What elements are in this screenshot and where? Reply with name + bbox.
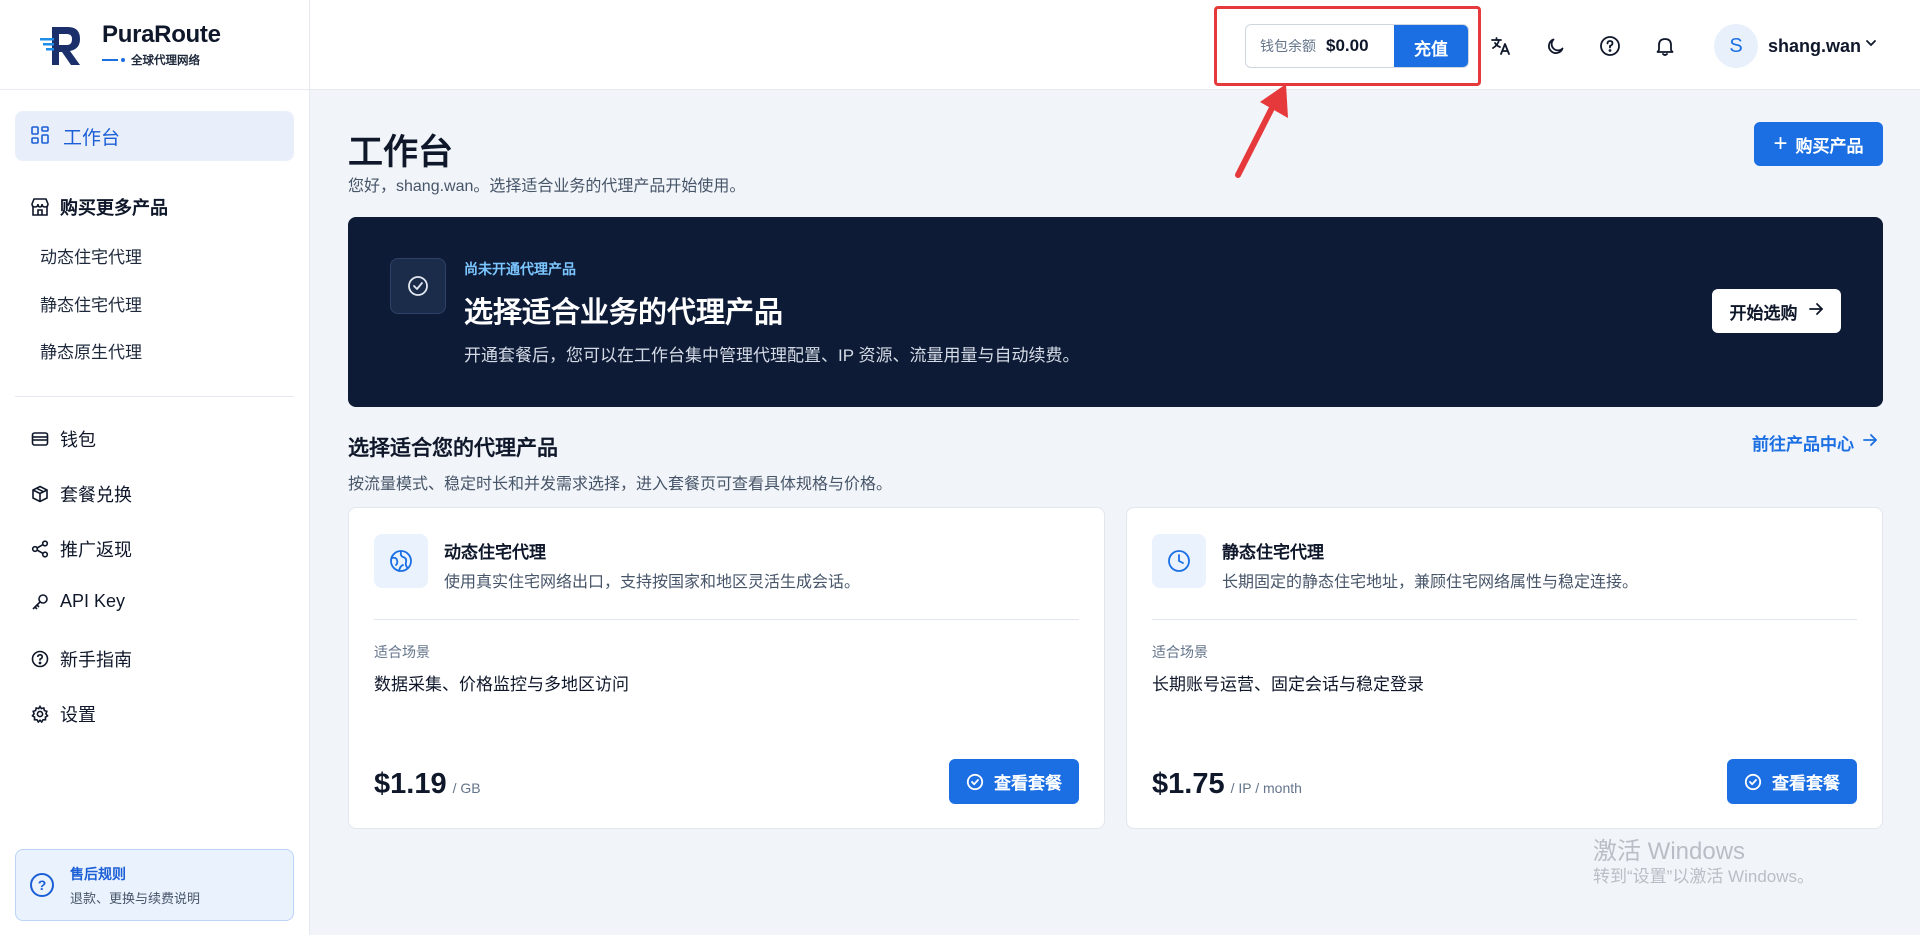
start-shopping-label: 开始选购 [1729,303,1798,323]
sidebar-subitem-static-residential[interactable]: 静态住宅代理 [40,291,142,316]
windows-activation-watermark: 激活 Windows [1593,838,1746,865]
sidebar-item-label: 新手指南 [60,650,132,670]
help-circle-icon: ? [30,873,54,897]
card-price: $1.19 / GB [374,768,481,801]
card-scene: 数据采集、价格监控与多地区访问 [374,675,629,694]
logo[interactable]: PuraRoute 全球代理网络 [0,0,309,90]
price-value: $1.75 [1152,768,1225,800]
key-icon [30,592,50,612]
after-sales-desc: 退款、更换与续费说明 [70,890,201,906]
sidebar-item-label: 设置 [60,705,96,725]
card-price: $1.75 / IP / month [1152,768,1302,801]
clock-icon [1152,534,1206,588]
sidebar-item-label: 钱包 [60,430,96,450]
sidebar-subitem-dynamic-residential[interactable]: 动态住宅代理 [40,243,142,268]
help-icon[interactable] [1598,34,1622,58]
product-center-link[interactable]: 前往产品中心 [1752,430,1878,455]
arrow-right-icon [1808,301,1824,322]
sidebar-item-referral[interactable]: 推广返现 [30,536,132,562]
brand-tagline: 全球代理网络 [131,55,200,67]
card-desc: 使用真实住宅网络出口，支持按国家和地区灵活生成会话。 [444,574,861,591]
page-title: 工作台 [348,133,454,172]
price-unit: / IP / month [1230,780,1302,796]
sidebar-subitem-static-native[interactable]: 静态原生代理 [40,338,142,363]
view-plans-button[interactable]: 查看套餐 [949,759,1079,804]
wallet-icon [30,429,50,449]
sidebar-item-label: 工作台 [63,127,121,149]
price-unit: / GB [452,780,481,796]
plus-icon: + [1773,130,1788,157]
annotation-highlight-box [1214,6,1481,86]
view-plans-button[interactable]: 查看套餐 [1727,759,1857,804]
price-value: $1.19 [374,768,447,800]
globe-icon [374,534,428,588]
sidebar-item-redeem[interactable]: 套餐兑换 [30,481,132,507]
card-title: 动态住宅代理 [444,543,546,562]
card-scene: 长期账号运营、固定会话与稳定登录 [1152,675,1424,694]
bell-icon[interactable] [1653,34,1677,58]
sidebar: PuraRoute 全球代理网络 工作台 购买更多产品 动态住宅代理 静态住宅代… [0,0,310,935]
banner-tag: 尚未开通代理产品 [464,261,576,277]
banner-desc: 开通套餐后，您可以在工作台集中管理代理配置、IP 资源、流量用量与自动续费。 [464,346,1080,365]
card-desc: 长期固定的静态住宅地址，兼顾住宅网络属性与稳定连接。 [1222,574,1639,591]
translate-icon[interactable] [1489,34,1513,58]
sidebar-item-wallet[interactable]: 钱包 [30,426,96,452]
view-plans-label: 查看套餐 [994,774,1062,793]
windows-activation-hint: 转到“设置”以激活 Windows。 [1593,867,1815,886]
view-plans-label: 查看套餐 [1772,774,1840,793]
store-icon [30,197,50,217]
sidebar-item-label: 套餐兑换 [60,485,132,505]
banner-title: 选择适合业务的代理产品 [464,297,784,329]
check-circle-icon [1744,773,1762,791]
package-icon [30,484,50,504]
gear-icon [30,704,50,724]
sidebar-item-api-key[interactable]: API Key [30,591,125,612]
moon-icon[interactable] [1544,34,1568,58]
help-circle-icon [30,649,50,669]
sidebar-item-buy-more[interactable]: 购买更多产品 [30,194,168,220]
product-card-dynamic-residential: 动态住宅代理 使用真实住宅网络出口，支持按国家和地区灵活生成会话。 适合场景 数… [348,507,1105,829]
onboarding-banner: 尚未开通代理产品 选择适合业务的代理产品 开通套餐后，您可以在工作台集中管理代理… [348,217,1883,407]
logo-mark-icon [38,21,86,69]
dashboard-icon [31,126,51,146]
chevron-down-icon[interactable] [1864,36,1878,55]
card-scene-label: 适合场景 [1152,644,1208,660]
sidebar-item-guide[interactable]: 新手指南 [30,646,132,672]
card-scene-label: 适合场景 [374,644,430,660]
product-card-static-residential: 静态住宅代理 长期固定的静态住宅地址，兼顾住宅网络属性与稳定连接。 适合场景 长… [1126,507,1883,829]
check-circle-icon [966,773,984,791]
sidebar-item-label: API Key [60,591,126,611]
top-bar [310,0,1920,90]
page-subtitle: 您好，shang.wan。选择适合业务的代理产品开始使用。 [348,178,746,195]
avatar[interactable]: S [1714,24,1758,68]
card-title: 静态住宅代理 [1222,543,1324,562]
section-title: 选择适合您的代理产品 [348,437,558,460]
brand-name: PuraRoute [102,21,221,48]
after-sales-title: 售后规则 [70,865,126,882]
share-icon [30,539,50,559]
product-center-label: 前往产品中心 [1752,435,1854,454]
card-divider [1152,619,1857,620]
start-shopping-button[interactable]: 开始选购 [1712,289,1841,333]
sidebar-item-workbench[interactable]: 工作台 [15,111,294,161]
sidebar-divider [15,396,294,397]
sidebar-item-label: 购买更多产品 [60,198,168,218]
after-sales-card[interactable]: ? 售后规则 退款、更换与续费说明 [15,849,294,921]
check-circle-icon [390,258,446,314]
sidebar-item-settings[interactable]: 设置 [30,701,96,727]
card-divider [374,619,1079,620]
arrow-right-icon [1862,432,1878,453]
buy-product-label: 购买产品 [1795,136,1864,156]
section-desc: 按流量模式、稳定时长和并发需求选择，进入套餐页可查看具体规格与价格。 [348,476,893,493]
annotation-arrow [1235,84,1288,178]
username[interactable]: shang.wan [1768,36,1861,57]
sidebar-item-label: 推广返现 [60,540,132,560]
buy-product-button[interactable]: + 购买产品 [1754,122,1883,166]
